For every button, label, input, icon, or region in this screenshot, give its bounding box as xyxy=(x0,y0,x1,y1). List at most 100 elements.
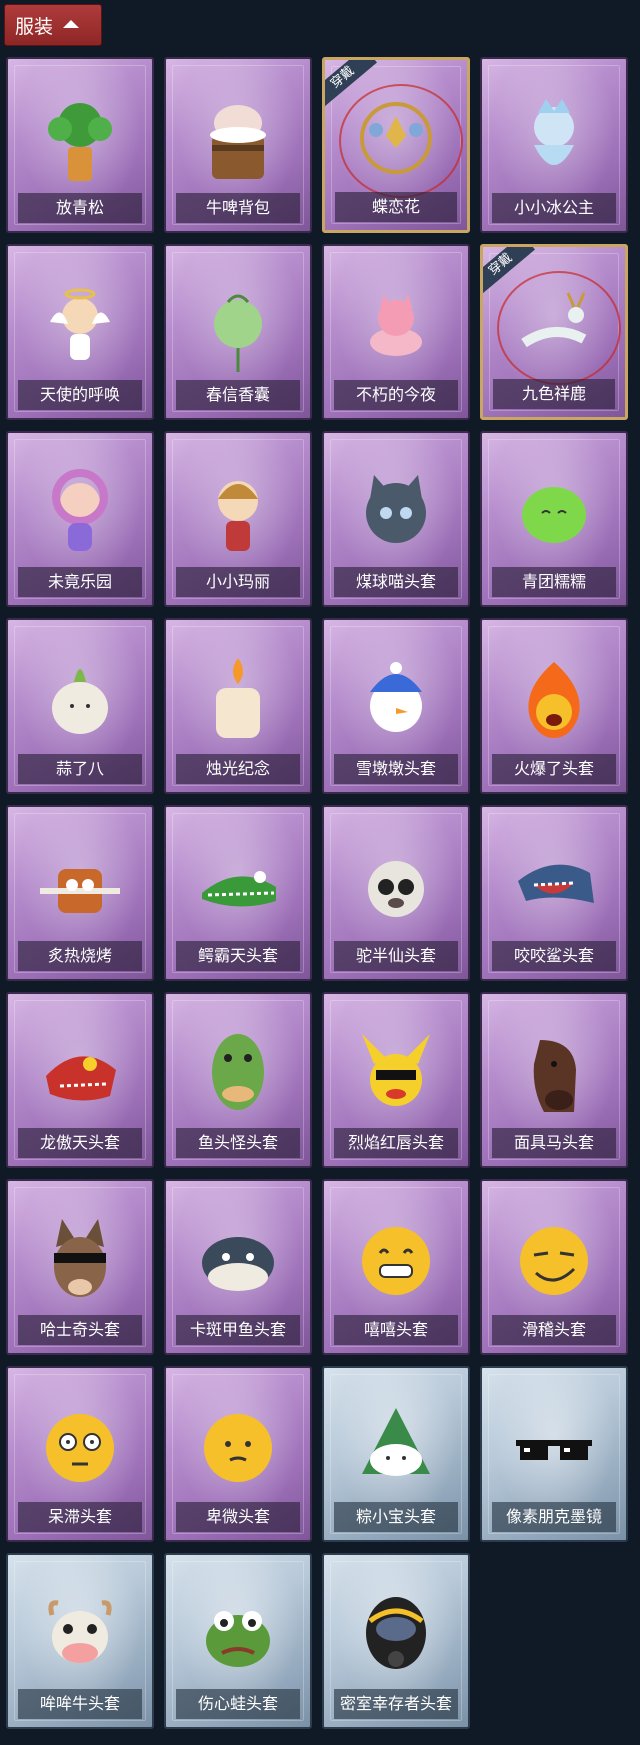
outfit-card[interactable]: 卑微头套 xyxy=(164,1366,312,1542)
outfit-card-label: 牛啤背包 xyxy=(176,193,300,223)
doll-girl-icon xyxy=(218,481,258,551)
fire-head-icon xyxy=(528,662,580,738)
outfit-grid: 放青松 牛啤背包 穿戴 蝶恋花 小小冰公主天使的呼唤 春信香囊 不朽的今夜 穿戴 九色祥鹿未竟乐… xyxy=(6,57,628,1729)
candle-icon xyxy=(216,658,260,738)
dazed-emoji-head-icon xyxy=(46,1414,114,1482)
ice-princess-icon xyxy=(534,99,574,165)
outfit-card[interactable]: 哞哞牛头套 xyxy=(6,1553,154,1729)
outfit-card-label: 滑稽头套 xyxy=(492,1315,616,1345)
smirk-emoji-head-icon xyxy=(520,1227,588,1295)
outfit-card[interactable]: 哈士奇头套 xyxy=(6,1179,154,1355)
outfit-card[interactable]: 龙傲天头套 xyxy=(6,992,154,1168)
outfit-card[interactable]: 小小玛丽 xyxy=(164,431,312,607)
outfit-card[interactable]: 面具马头套 xyxy=(480,992,628,1168)
outfit-card-label: 火爆了头套 xyxy=(492,754,616,784)
outfit-card-label: 鳄霸天头套 xyxy=(176,941,300,971)
outfit-card[interactable]: 烛光纪念 xyxy=(164,618,312,794)
outfit-card-label: 春信香囊 xyxy=(176,380,300,410)
husky-head-icon xyxy=(54,1219,106,1297)
outfit-card-label: 呆滞头套 xyxy=(18,1502,142,1532)
cat-head-icon xyxy=(366,475,426,543)
outfit-card[interactable]: 穿戴 蝶恋花 xyxy=(322,57,470,233)
outfit-card[interactable]: 牛啤背包 xyxy=(164,57,312,233)
outfit-card-label: 哈士奇头套 xyxy=(18,1315,142,1345)
outfit-card[interactable]: 放青松 xyxy=(6,57,154,233)
outfit-card-label: 九色祥鹿 xyxy=(493,379,615,409)
outfit-card[interactable]: 不朽的今夜 xyxy=(322,244,470,420)
bbq-meat-icon xyxy=(40,869,120,913)
outfit-card[interactable]: 鳄霸天头套 xyxy=(164,805,312,981)
outfit-card-label: 小小玛丽 xyxy=(176,567,300,597)
snowman-head-icon xyxy=(370,662,422,732)
outfit-card-label: 未竟乐园 xyxy=(18,567,142,597)
dragon-head-icon xyxy=(46,1056,116,1101)
humble-emoji-head-icon xyxy=(204,1414,272,1482)
shark-head-icon xyxy=(518,864,594,903)
outfit-card-label: 卡斑甲鱼头套 xyxy=(176,1315,300,1345)
sachet-icon xyxy=(214,294,262,372)
outfit-card[interactable]: 青团糯糯 xyxy=(480,431,628,607)
cow-head-icon xyxy=(48,1600,112,1663)
outfit-card-label: 龙傲天头套 xyxy=(18,1128,142,1158)
outfit-card-label: 炙热烧烤 xyxy=(18,941,142,971)
outfit-card-label: 青团糯糯 xyxy=(492,567,616,597)
outfit-card[interactable]: 鱼头怪头套 xyxy=(164,992,312,1168)
clown-girl-icon xyxy=(52,469,108,551)
outfit-card-label: 天使的呼唤 xyxy=(18,380,142,410)
garlic-icon xyxy=(52,669,108,734)
outfit-card[interactable]: 嘻嘻头套 xyxy=(322,1179,470,1355)
outfit-card[interactable]: 伤心蛙头套 xyxy=(164,1553,312,1729)
outfit-card[interactable]: 咬咬鲨头套 xyxy=(480,805,628,981)
worn-highlight-ring xyxy=(497,271,621,385)
outfit-card-label: 雪墩墩头套 xyxy=(334,754,458,784)
outfit-card-label: 卑微头套 xyxy=(176,1502,300,1532)
outfit-card[interactable]: 炙热烧烤 xyxy=(6,805,154,981)
fish-head-icon xyxy=(212,1034,264,1110)
gas-mask-head-icon xyxy=(366,1597,426,1669)
outfit-card-label: 嘻嘻头套 xyxy=(334,1315,458,1345)
outfit-card[interactable]: 密室幸存者头套 xyxy=(322,1553,470,1729)
outfit-card[interactable]: 像素朋克墨镜 xyxy=(480,1366,628,1542)
crocodile-head-icon xyxy=(202,871,276,907)
worn-highlight-ring xyxy=(339,84,463,198)
angel-icon xyxy=(50,288,110,360)
caret-up-icon xyxy=(63,20,80,28)
outfit-card[interactable]: 滑稽头套 xyxy=(480,1179,628,1355)
outfit-card-label: 小小冰公主 xyxy=(492,193,616,223)
outfit-card[interactable]: 穿戴 九色祥鹿 xyxy=(480,244,628,420)
outfit-card-label: 烛光纪念 xyxy=(176,754,300,784)
pixel-sunglasses-icon xyxy=(516,1440,592,1460)
outfit-card[interactable]: 粽小宝头套 xyxy=(322,1366,470,1542)
sad-frog-head-icon xyxy=(206,1611,270,1667)
outfit-card-label: 蝶恋花 xyxy=(335,192,457,222)
outfit-card-label: 不朽的今夜 xyxy=(334,380,458,410)
outfit-card[interactable]: 火爆了头套 xyxy=(480,618,628,794)
outfit-card-label: 伤心蛙头套 xyxy=(176,1689,300,1719)
outfit-card[interactable]: 煤球喵头套 xyxy=(322,431,470,607)
outfit-card-label: 像素朋克墨镜 xyxy=(492,1502,616,1532)
outfit-card-label: 粽小宝头套 xyxy=(334,1502,458,1532)
outfit-card-label: 烈焰红唇头套 xyxy=(334,1128,458,1158)
outfit-card[interactable]: 雪墩墩头套 xyxy=(322,618,470,794)
outfit-card-label: 蒜了八 xyxy=(18,754,142,784)
turtle-fish-head-icon xyxy=(202,1237,274,1291)
outfit-card-label: 哞哞牛头套 xyxy=(18,1689,142,1719)
outfit-card-label: 咬咬鲨头套 xyxy=(492,941,616,971)
outfit-card[interactable]: 小小冰公主 xyxy=(480,57,628,233)
outfit-card[interactable]: 驼半仙头套 xyxy=(322,805,470,981)
outfit-card[interactable]: 春信香囊 xyxy=(164,244,312,420)
outfit-card[interactable]: 未竟乐园 xyxy=(6,431,154,607)
grin-emoji-head-icon xyxy=(362,1227,430,1295)
outfit-card[interactable]: 呆滞头套 xyxy=(6,1366,154,1542)
alpaca-head-icon xyxy=(368,861,424,917)
pink-fox-icon xyxy=(370,294,422,356)
outfit-card[interactable]: 天使的呼唤 xyxy=(6,244,154,420)
outfit-card[interactable]: 卡斑甲鱼头套 xyxy=(164,1179,312,1355)
cow-beer-backpack-icon xyxy=(210,105,266,179)
outfit-card-label: 鱼头怪头套 xyxy=(176,1128,300,1158)
outfit-card-label: 放青松 xyxy=(18,193,142,223)
outfit-category-label: 服装 xyxy=(15,15,54,38)
outfit-card[interactable]: 烈焰红唇头套 xyxy=(322,992,470,1168)
outfit-category-toggle[interactable]: 服装 xyxy=(4,4,102,46)
outfit-card[interactable]: 蒜了八 xyxy=(6,618,154,794)
